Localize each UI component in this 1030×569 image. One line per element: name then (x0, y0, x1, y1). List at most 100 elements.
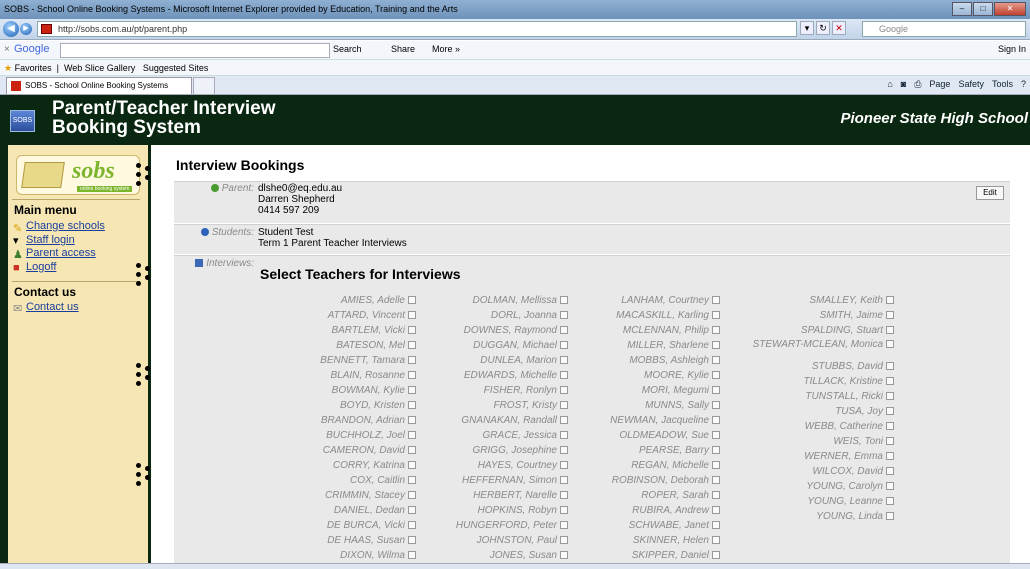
teacher-checkbox[interactable] (886, 326, 894, 334)
teacher-checkbox[interactable] (712, 446, 720, 454)
browser-tab[interactable]: SOBS - School Online Booking Systems (6, 77, 192, 94)
teacher-checkbox[interactable] (408, 416, 416, 424)
teacher-checkbox[interactable] (886, 340, 894, 348)
teacher-option[interactable]: MOORE, Kylie (564, 370, 720, 385)
teacher-option[interactable]: RUBIRA, Andrew (564, 505, 720, 520)
close-toolbar-icon[interactable]: × (4, 44, 10, 55)
suggested-sites-link[interactable]: Suggested Sites (143, 63, 209, 73)
google-search-button[interactable]: Search (333, 44, 362, 54)
teacher-option[interactable]: DE BURCA, Vicki (284, 520, 416, 535)
teacher-checkbox[interactable] (408, 521, 416, 529)
teacher-checkbox[interactable] (886, 362, 894, 370)
page-menu[interactable]: Page (929, 79, 950, 90)
teacher-checkbox[interactable] (408, 476, 416, 484)
teacher-option[interactable]: WILCOX, David (734, 466, 894, 481)
teacher-option[interactable]: DOLMAN, Mellissa (436, 295, 568, 310)
teacher-option[interactable]: HUNGERFORD, Peter (436, 520, 568, 535)
teacher-option[interactable]: ROPER, Sarah (564, 490, 720, 505)
teacher-checkbox[interactable] (408, 371, 416, 379)
google-share-button[interactable]: Share (391, 44, 415, 54)
back-icon[interactable]: ◀ (3, 21, 19, 37)
teacher-checkbox[interactable] (408, 341, 416, 349)
teacher-checkbox[interactable] (886, 467, 894, 475)
teacher-checkbox[interactable] (408, 431, 416, 439)
new-tab-button[interactable] (193, 77, 215, 94)
teacher-checkbox[interactable] (886, 437, 894, 445)
teacher-option[interactable]: CAMERON, David (284, 445, 416, 460)
teacher-option[interactable]: YOUNG, Linda (734, 511, 894, 526)
teacher-option[interactable]: FISHER, Ronlyn (436, 385, 568, 400)
feeds-icon[interactable]: ◙ (901, 79, 906, 90)
teacher-checkbox[interactable] (712, 506, 720, 514)
teacher-checkbox[interactable] (712, 311, 720, 319)
teacher-checkbox[interactable] (886, 422, 894, 430)
teacher-option[interactable]: EDWARDS, Michelle (436, 370, 568, 385)
teacher-checkbox[interactable] (408, 356, 416, 364)
teacher-option[interactable]: FROST, Kristy (436, 400, 568, 415)
teacher-option[interactable]: MCLENNAN, Philip (564, 325, 720, 340)
teacher-option[interactable]: SCHWABE, Janet (564, 520, 720, 535)
teacher-option[interactable]: BARTLEM, Vicki (284, 325, 416, 340)
teacher-option[interactable]: HOPKINS, Robyn (436, 505, 568, 520)
teacher-option[interactable]: DE HAAS, Susan (284, 535, 416, 550)
print-icon[interactable]: ⎙ (914, 79, 921, 90)
favorites-star-icon[interactable]: ★ (4, 63, 12, 73)
teacher-option[interactable]: HERBERT, Narelle (436, 490, 568, 505)
teacher-option[interactable]: DUNLEA, Marion (436, 355, 568, 370)
refresh-icon[interactable]: ↻ (816, 21, 830, 35)
teacher-checkbox[interactable] (886, 482, 894, 490)
parent-access-link[interactable]: Parent access (26, 247, 96, 259)
contact-us-link[interactable]: Contact us (26, 301, 79, 313)
teacher-checkbox[interactable] (712, 461, 720, 469)
teacher-option[interactable]: ROBINSON, Deborah (564, 475, 720, 490)
favorites-button[interactable]: Favorites (15, 63, 52, 73)
teacher-option[interactable]: MUNNS, Sally (564, 400, 720, 415)
google-search-input[interactable] (60, 43, 330, 58)
teacher-option[interactable]: DUGGAN, Michael (436, 340, 568, 355)
home-icon[interactable]: ⌂ (887, 79, 892, 90)
teacher-option[interactable]: DANIEL, Dedan (284, 505, 416, 520)
teacher-option[interactable]: TILLACK, Kristine (734, 376, 894, 391)
teacher-checkbox[interactable] (886, 512, 894, 520)
teacher-checkbox[interactable] (408, 401, 416, 409)
teacher-option[interactable]: WEBB, Catherine (734, 421, 894, 436)
teacher-checkbox[interactable] (886, 392, 894, 400)
teacher-checkbox[interactable] (886, 407, 894, 415)
teacher-option[interactable]: SMALLEY, Keith (734, 295, 894, 310)
teacher-option[interactable]: HEFFERNAN, Simon (436, 475, 568, 490)
teacher-option[interactable]: TUSA, Joy (734, 406, 894, 421)
teacher-option[interactable]: ATTARD, Vincent (284, 310, 416, 325)
teacher-option[interactable]: SKINNER, Helen (564, 535, 720, 550)
teacher-option[interactable]: OLDMEADOW, Sue (564, 430, 720, 445)
teacher-option[interactable]: AMIES, Adelle (284, 295, 416, 310)
teacher-option[interactable]: JOHNSTON, Paul (436, 535, 568, 550)
staff-login-link[interactable]: Staff login (26, 234, 75, 246)
compat-icon[interactable]: ▾ (800, 21, 814, 35)
teacher-option[interactable]: HAYES, Courtney (436, 460, 568, 475)
teacher-checkbox[interactable] (408, 536, 416, 544)
teacher-checkbox[interactable] (712, 491, 720, 499)
web-slice-gallery-link[interactable]: Web Slice Gallery (64, 63, 135, 73)
teacher-option[interactable]: BENNETT, Tamara (284, 355, 416, 370)
teacher-option[interactable]: MOBBS, Ashleigh (564, 355, 720, 370)
teacher-option[interactable]: CORRY, Katrina (284, 460, 416, 475)
teacher-checkbox[interactable] (712, 536, 720, 544)
help-icon[interactable]: ? (1021, 79, 1026, 90)
minimize-icon[interactable]: – (952, 2, 972, 16)
close-icon[interactable]: ✕ (994, 2, 1026, 16)
teacher-checkbox[interactable] (712, 326, 720, 334)
teacher-checkbox[interactable] (408, 296, 416, 304)
teacher-checkbox[interactable] (408, 386, 416, 394)
teacher-option[interactable]: MORI, Megumi (564, 385, 720, 400)
teacher-checkbox[interactable] (712, 551, 720, 559)
edit-button[interactable]: Edit (976, 186, 1004, 200)
teacher-checkbox[interactable] (408, 506, 416, 514)
teacher-option[interactable]: YOUNG, Leanne (734, 496, 894, 511)
teacher-option[interactable]: WERNER, Emma (734, 451, 894, 466)
teacher-checkbox[interactable] (712, 476, 720, 484)
teacher-option[interactable]: PEARSE, Barry (564, 445, 720, 460)
google-sign-in-link[interactable]: Sign In (998, 44, 1026, 54)
teacher-option[interactable]: BOWMAN, Kylie (284, 385, 416, 400)
teacher-checkbox[interactable] (408, 461, 416, 469)
search-input[interactable]: Google (862, 21, 1026, 37)
